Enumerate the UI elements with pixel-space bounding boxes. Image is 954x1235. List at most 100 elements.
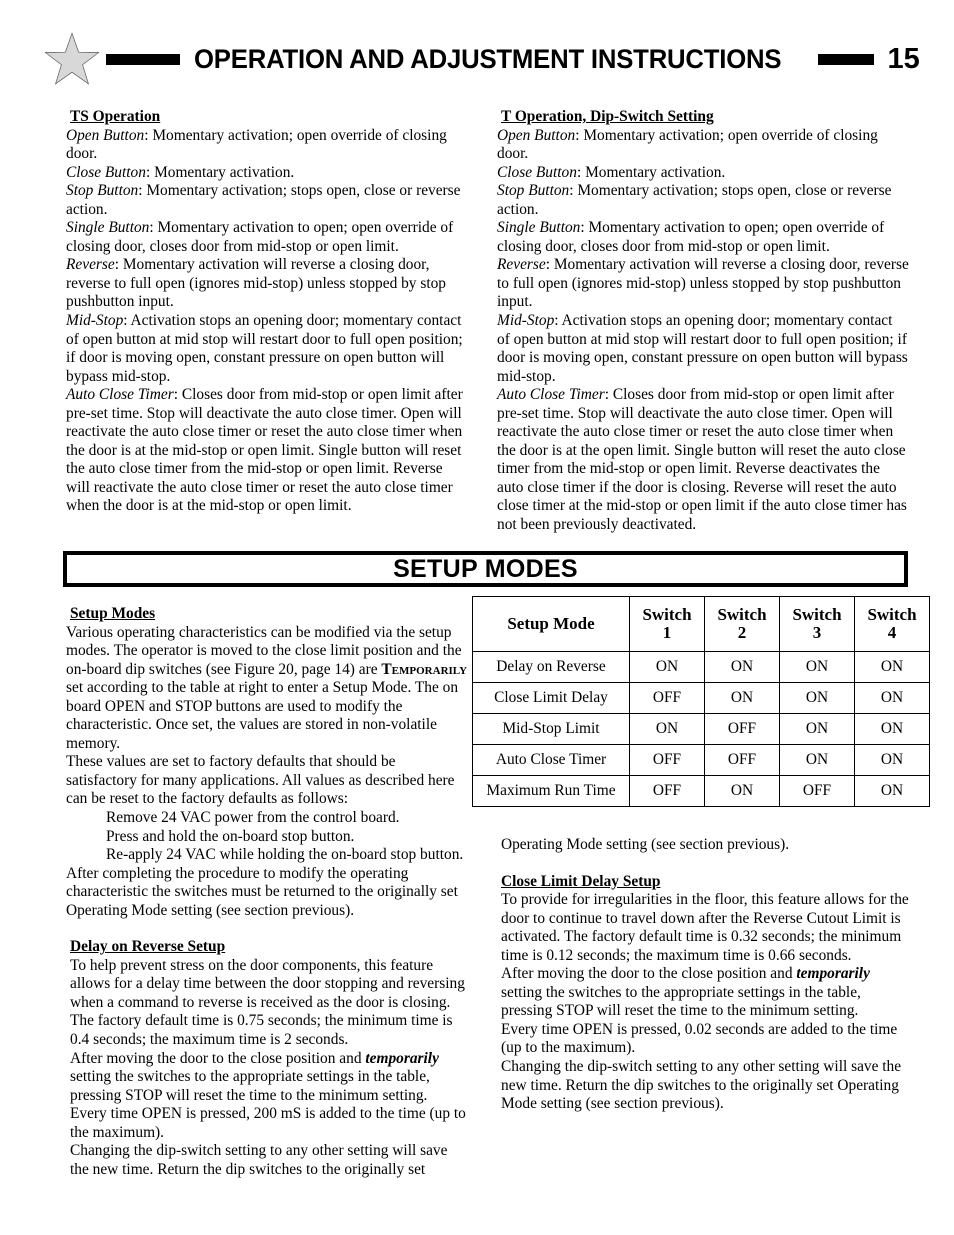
reset-step-3: Re-apply 24 VAC while holding the on-boa…	[106, 846, 464, 864]
table-header-row: Setup Mode Switch 1 Switch 2 Switch 3 Switc…	[472, 596, 930, 652]
setup-modes-column: Setup Modes Various operating characteri…	[66, 605, 470, 1179]
term-auto-close-timer: Auto Close Timer	[66, 386, 174, 404]
cell-switch-3: OFF	[779, 775, 855, 807]
close-limit-delay-column: Operating Mode setting (see section prev…	[497, 836, 909, 1114]
entry-open-button: Open Button: Momentary activation; open …	[497, 127, 909, 164]
setup-modes-paragraph-3: After completing the procedure to modify…	[66, 864, 458, 919]
section-heading-ts-operation: TS Operation	[70, 108, 161, 125]
close-limit-delay-paragraph-4: Changing the dip-switch setting to any o…	[501, 1058, 902, 1113]
switch4-word: Switch	[867, 604, 917, 624]
entry-single-button: Single Button: Momentary activation to o…	[497, 219, 909, 256]
reset-step-2: Press and hold the on-board stop button.	[106, 827, 355, 845]
column-header-switch-4: Switch 4	[854, 596, 930, 652]
delay-on-reverse-paragraph-4: Changing the dip-switch setting to any o…	[70, 1142, 448, 1178]
entry-single-button: Single Button: Momentary activation to o…	[66, 219, 470, 256]
entry-close-button: Close Button: Momentary activation.	[497, 164, 909, 183]
term-open-button: Open Button	[66, 126, 145, 144]
page-title: OPERATION AND ADJUSTMENT INSTRUCTIONS	[194, 43, 782, 74]
close-limit-delay-paragraph-3: Every time OPEN is pressed, 0.02 seconds…	[501, 1020, 898, 1057]
setup-modes-reset-steps: Remove 24 VAC power from the control boa…	[66, 809, 470, 865]
section-heading-setup-modes: Setup Modes	[70, 605, 156, 622]
entry-auto-close-timer: Auto Close Timer: Closes door from mid-s…	[66, 386, 470, 516]
cell-switch-2: ON	[704, 651, 780, 683]
entry-auto-close-timer: Auto Close Timer: Closes door from mid-s…	[497, 386, 909, 534]
table-row: Maximum Run Time OFF ON OFF ON	[472, 775, 930, 807]
cell-switch-1: ON	[629, 651, 705, 683]
text-mid-stop: : Activation stops an opening door; mome…	[497, 312, 908, 385]
cell-mode: Close Limit Delay	[472, 682, 630, 714]
term-reverse: Reverse	[497, 256, 546, 274]
cell-switch-4: ON	[854, 744, 930, 776]
cld-temporarily-emphasis: temporarily	[796, 965, 870, 983]
entry-mid-stop: Mid-Stop: Activation stops an opening do…	[497, 312, 909, 386]
cld-p2-b: setting the switches to the appropriate …	[501, 983, 861, 1020]
column-header-switch-1: Switch 1	[629, 596, 705, 652]
reset-step-1: Remove 24 VAC power from the control boa…	[106, 809, 400, 827]
star-icon	[44, 32, 100, 85]
cell-mode: Auto Close Timer	[472, 744, 630, 776]
entry-reverse: Reverse: Momentary activation will rever…	[497, 256, 909, 312]
cell-switch-1: ON	[629, 713, 705, 745]
cell-switch-4: ON	[854, 651, 930, 683]
term-mid-stop: Mid-Stop	[497, 312, 555, 330]
continued-operating-mode-line: Operating Mode setting (see section prev…	[501, 836, 790, 853]
switch1-number: 1	[662, 623, 672, 642]
cell-switch-1: OFF	[629, 682, 705, 714]
cell-switch-1: OFF	[629, 775, 705, 807]
ts-operation-column: TS Operation Open Button : Momentary acti…	[66, 108, 470, 516]
term-stop-button: Stop Button	[66, 182, 139, 200]
column-header-switch-2: Switch 2	[704, 596, 780, 652]
text-reverse: : Momentary activation will reverse a cl…	[497, 256, 909, 311]
switch3-word: Switch	[792, 604, 842, 624]
delay-temporarily-emphasis: temporarily	[365, 1049, 439, 1067]
switch4-number: 4	[887, 623, 897, 642]
section-heading-t-operation: T Operation, Dip-Switch Setting	[501, 108, 714, 125]
text-close-button: : Momentary activation.	[145, 163, 295, 181]
entry-stop-button: Stop Button: Momentary activation; stops…	[497, 182, 909, 219]
setup-modes-banner-title: SETUP MODES	[393, 554, 578, 583]
setup-mode-switch-table-container: Setup Mode Switch 1 Switch 2 Switch 3 Switc…	[472, 596, 930, 807]
term-auto-close-timer: Auto Close Timer	[497, 386, 605, 404]
cell-switch-2: ON	[704, 682, 780, 714]
entry-close-button: Close Button: Momentary activation.	[66, 164, 470, 183]
text-auto-close-timer: : Closes door from mid-stop or open limi…	[66, 386, 463, 515]
cld-p2-a: After moving the door to the close posit…	[501, 965, 797, 983]
header-rule-left	[106, 53, 180, 65]
cell-switch-2: OFF	[704, 744, 780, 776]
setup-mode-switch-table: Setup Mode Switch 1 Switch 2 Switch 3 Switc…	[472, 596, 930, 807]
text-reverse: : Momentary activation will reverse a cl…	[66, 256, 447, 311]
table-row: Close Limit Delay OFF ON ON ON	[472, 682, 930, 714]
switch2-number: 2	[737, 623, 747, 642]
table-row: Delay on Reverse ON ON ON ON	[472, 651, 930, 683]
cell-switch-2: ON	[704, 775, 780, 807]
term-single-button: Single Button	[66, 219, 150, 237]
switch1-word: Switch	[642, 604, 692, 624]
term-stop-button: Stop Button	[497, 182, 570, 200]
close-limit-delay-paragraph-1: To provide for irregularities in the flo…	[501, 891, 909, 964]
setup-modes-paragraph-2: These values are set to factory defaults…	[66, 753, 455, 808]
entry-stop-button: Stop Button: Momentary activation; stops…	[66, 182, 470, 219]
term-reverse: Reverse	[66, 256, 115, 274]
setup-modes-paragraph-1: Various operating characteristics can be…	[66, 624, 470, 754]
column-header-switch-3: Switch 3	[779, 596, 855, 652]
cell-switch-4: ON	[854, 713, 930, 745]
setup-modes-p1-b: set according to the table at right to e…	[66, 679, 459, 752]
term-open-button: Open Button	[497, 126, 576, 144]
switch3-number: 3	[812, 623, 822, 642]
cell-switch-3: ON	[779, 713, 855, 745]
term-close-button: Close Button	[66, 163, 146, 181]
delay-on-reverse-paragraph-2: After moving the door to the close posit…	[66, 1050, 470, 1106]
cell-switch-4: ON	[854, 682, 930, 714]
section-heading-delay-on-reverse: Delay on Reverse Setup	[70, 938, 226, 956]
page-number: 15	[887, 42, 920, 75]
table-row: Auto Close Timer OFF OFF ON ON	[472, 744, 930, 776]
cell-switch-3: ON	[779, 744, 855, 776]
term-close-button: Close Button	[497, 163, 577, 181]
cell-mode: Delay on Reverse	[472, 651, 630, 683]
delay-on-reverse-paragraph-1: To help prevent stress on the door compo…	[70, 956, 465, 1049]
t-operation-column: T Operation, Dip-Switch Setting Open But…	[497, 108, 909, 535]
entry-reverse: Reverse: Momentary activation will rever…	[66, 256, 470, 312]
text-auto-close-timer: : Closes door from mid-stop or open limi…	[497, 386, 907, 534]
entry-mid-stop: Mid-Stop: Activation stops an opening do…	[66, 312, 470, 386]
section-heading-close-limit-delay: Close Limit Delay Setup	[501, 872, 661, 890]
